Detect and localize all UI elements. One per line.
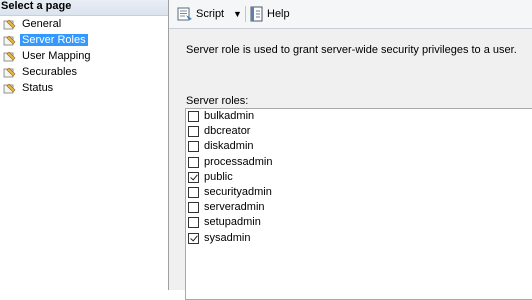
role-dbcreator[interactable]: dbcreator — [186, 124, 532, 139]
role-name: diskadmin — [204, 140, 254, 153]
role-checkbox[interactable] — [188, 217, 199, 229]
page-item-server-roles[interactable]: Server Roles — [0, 32, 168, 48]
role-checkbox[interactable] — [188, 232, 199, 244]
role-checkbox[interactable] — [188, 141, 199, 153]
page-item-label: Status — [22, 82, 54, 94]
page-selector-pane: Select a page General Server Roles User … — [0, 0, 169, 290]
role-diskadmin[interactable]: diskadmin — [186, 139, 532, 154]
role-public[interactable]: public — [186, 170, 532, 185]
page-selector-header: Select a page — [0, 0, 168, 16]
page-item-securables[interactable]: Securables — [0, 64, 168, 80]
toolbar: Script ▼ Help — [169, 0, 532, 29]
role-checkbox[interactable] — [188, 156, 199, 168]
help-button[interactable]: Help — [249, 5, 290, 23]
role-sysadmin[interactable]: sysadmin — [186, 231, 532, 246]
role-checkbox[interactable] — [188, 171, 199, 183]
role-name: serveradmin — [204, 201, 265, 214]
server-roles-page: Server role is used to grant server-wide… — [169, 29, 532, 300]
page-wrench-icon — [3, 83, 16, 94]
role-securityadmin[interactable]: securityadmin — [186, 185, 532, 200]
page-item-label: Server Roles — [20, 34, 88, 46]
role-name: public — [204, 170, 233, 183]
page-list: General Server Roles User Mapping Secura… — [0, 16, 168, 96]
properties-pane: Script ▼ Help Server role is used to gra… — [169, 0, 532, 300]
script-button[interactable]: Script — [177, 5, 224, 23]
page-wrench-icon — [3, 51, 16, 62]
page-item-label: Securables — [22, 66, 78, 78]
role-name: securityadmin — [204, 185, 272, 198]
page-description: Server role is used to grant server-wide… — [186, 44, 517, 56]
page-wrench-icon — [3, 67, 16, 78]
page-item-general[interactable]: General — [0, 16, 168, 32]
server-roles-label: Server roles: — [186, 95, 249, 107]
role-bulkadmin[interactable]: bulkadmin — [186, 109, 532, 124]
page-item-label: User Mapping — [22, 50, 91, 62]
page-item-user-mapping[interactable]: User Mapping — [0, 48, 168, 64]
toolbar-separator — [245, 6, 246, 22]
help-button-label: Help — [267, 8, 290, 21]
role-name: sysadmin — [204, 231, 251, 244]
role-processadmin[interactable]: processadmin — [186, 155, 532, 170]
page-wrench-icon — [3, 35, 16, 46]
script-icon — [177, 7, 192, 21]
role-name: bulkadmin — [204, 110, 255, 122]
server-roles-list: bulkadmin dbcreator diskadmin processadm… — [185, 108, 532, 300]
role-checkbox[interactable] — [188, 202, 199, 214]
page-item-label: General — [22, 18, 62, 30]
role-checkbox[interactable] — [188, 186, 199, 198]
page-item-status[interactable]: Status — [0, 80, 168, 96]
role-name: setupadmin — [204, 216, 261, 229]
role-checkbox[interactable] — [188, 111, 199, 122]
page-wrench-icon — [3, 19, 16, 30]
role-name: processadmin — [204, 155, 273, 168]
role-serveradmin[interactable]: serveradmin — [186, 200, 532, 215]
help-icon — [250, 6, 263, 22]
script-button-label: Script — [196, 8, 225, 21]
role-checkbox[interactable] — [188, 126, 199, 138]
role-name: dbcreator — [204, 125, 251, 138]
script-dropdown-button[interactable]: ▼ — [233, 5, 242, 23]
role-setupadmin[interactable]: setupadmin — [186, 215, 532, 230]
